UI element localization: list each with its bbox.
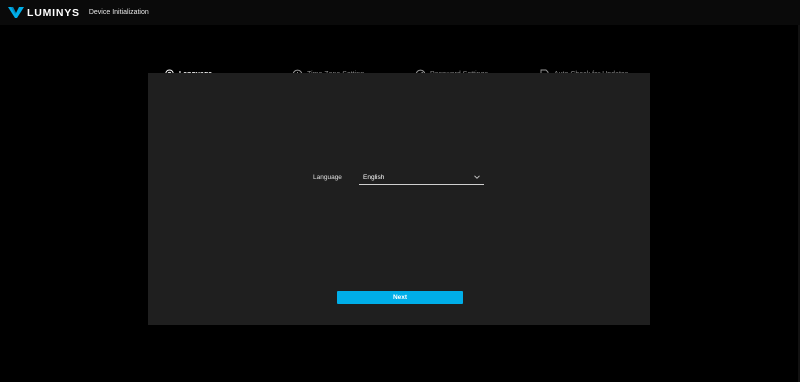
next-button[interactable]: Next (337, 291, 463, 304)
luminys-v-logo-icon (8, 7, 24, 18)
top-bar: LUMINYS Device Initialization (0, 0, 800, 25)
brand-logo: LUMINYS (8, 7, 80, 19)
language-select[interactable]: English (359, 170, 484, 185)
settings-panel: Language English Next (148, 73, 650, 325)
chevron-down-icon (473, 173, 481, 181)
language-select-value: English (363, 173, 385, 181)
brand-name: LUMINYS (27, 6, 80, 19)
language-field-label: Language (313, 174, 342, 181)
app-title: Device Initialization (88, 9, 149, 16)
